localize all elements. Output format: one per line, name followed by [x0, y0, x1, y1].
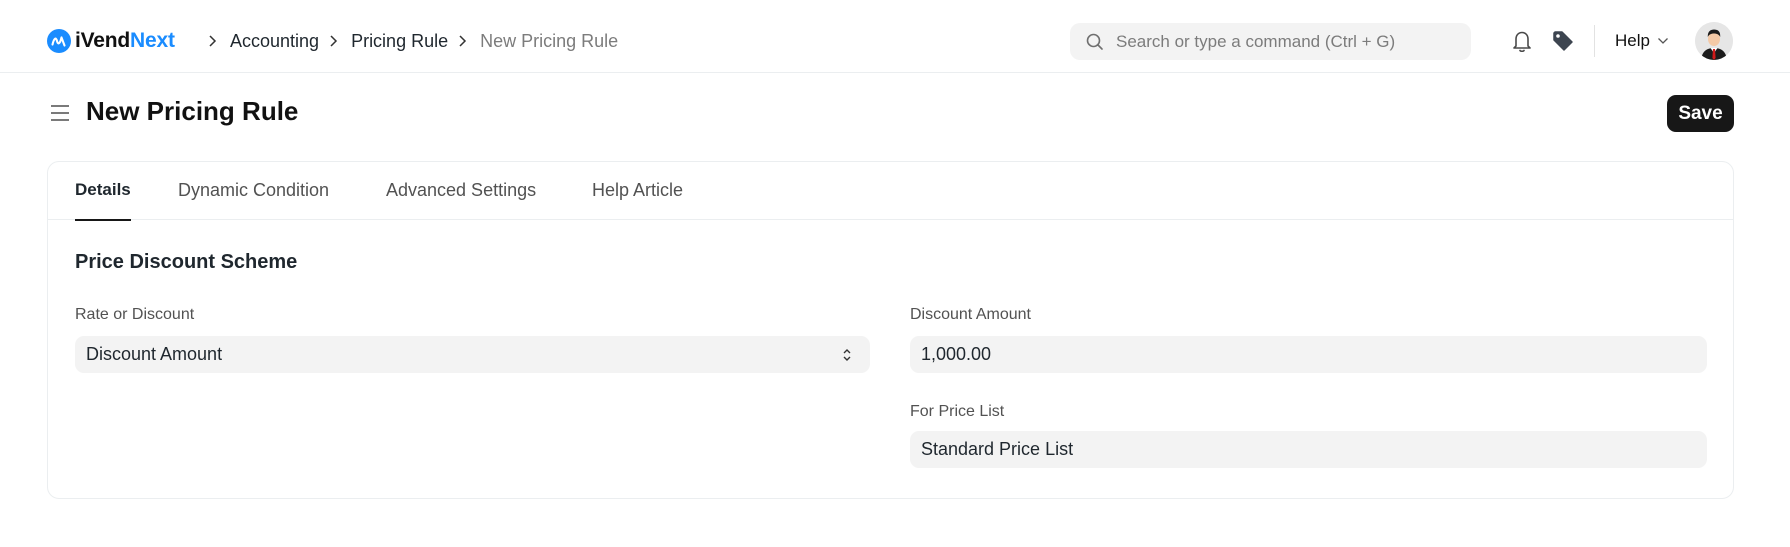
help-label: Help [1615, 31, 1650, 50]
rate-or-discount-value: Discount Amount [86, 344, 223, 364]
breadcrumb-pricing-rule[interactable]: Pricing Rule [351, 31, 448, 52]
top-navbar: iVendNext Accounting Pricing Rule New Pr… [0, 0, 1790, 73]
for-price-list-field[interactable] [910, 431, 1707, 468]
chevron-right-icon [450, 33, 474, 49]
chevron-right-icon [200, 33, 224, 49]
navbar-divider [1594, 25, 1595, 57]
sidebar-toggle-button[interactable] [50, 104, 70, 122]
save-button[interactable]: Save [1667, 95, 1734, 132]
for-price-list-input[interactable] [921, 439, 1707, 460]
form-card: Details Dynamic Condition Advanced Setti… [47, 161, 1734, 499]
notifications-button[interactable] [1510, 29, 1534, 53]
breadcrumb-current: New Pricing Rule [480, 30, 619, 51]
breadcrumb: Accounting Pricing Rule New Pricing Rule [198, 28, 618, 54]
bell-icon [1513, 31, 1531, 53]
select-arrows-icon [843, 349, 851, 361]
tab-advanced-settings[interactable]: Advanced Settings [386, 180, 536, 220]
section-title: Price Discount Scheme [75, 251, 298, 273]
breadcrumb-accounting[interactable]: Accounting [230, 31, 319, 52]
tab-help-article[interactable]: Help Article [592, 180, 683, 220]
for-price-list-label: For Price List [910, 403, 1005, 420]
page-title: New Pricing Rule [86, 96, 299, 126]
search-icon [1086, 33, 1103, 50]
tab-dynamic-condition[interactable]: Dynamic Condition [178, 180, 329, 220]
search-input[interactable] [1116, 31, 1446, 52]
logo-text: iVendNext [75, 29, 175, 52]
tags-button[interactable] [1551, 29, 1575, 53]
tab-bar: Details Dynamic Condition Advanced Setti… [48, 162, 1733, 221]
help-dropdown[interactable]: Help [1615, 29, 1669, 53]
discount-amount-label: Discount Amount [910, 306, 1031, 323]
search-bar[interactable] [1070, 23, 1471, 60]
chevron-down-icon [1658, 38, 1668, 44]
logo-icon [47, 29, 71, 53]
user-avatar-icon [1695, 22, 1733, 60]
discount-amount-field[interactable] [910, 336, 1707, 373]
tab-details[interactable]: Details [75, 180, 131, 221]
chevron-right-icon [321, 33, 345, 49]
menu-icon [51, 105, 69, 121]
rate-or-discount-select[interactable]: Discount Amount [75, 336, 870, 373]
user-avatar[interactable] [1695, 22, 1733, 60]
discount-amount-input[interactable] [921, 344, 1707, 365]
tag-icon [1553, 31, 1573, 51]
app-logo[interactable]: iVendNext [47, 28, 175, 54]
rate-or-discount-label: Rate or Discount [75, 306, 195, 323]
